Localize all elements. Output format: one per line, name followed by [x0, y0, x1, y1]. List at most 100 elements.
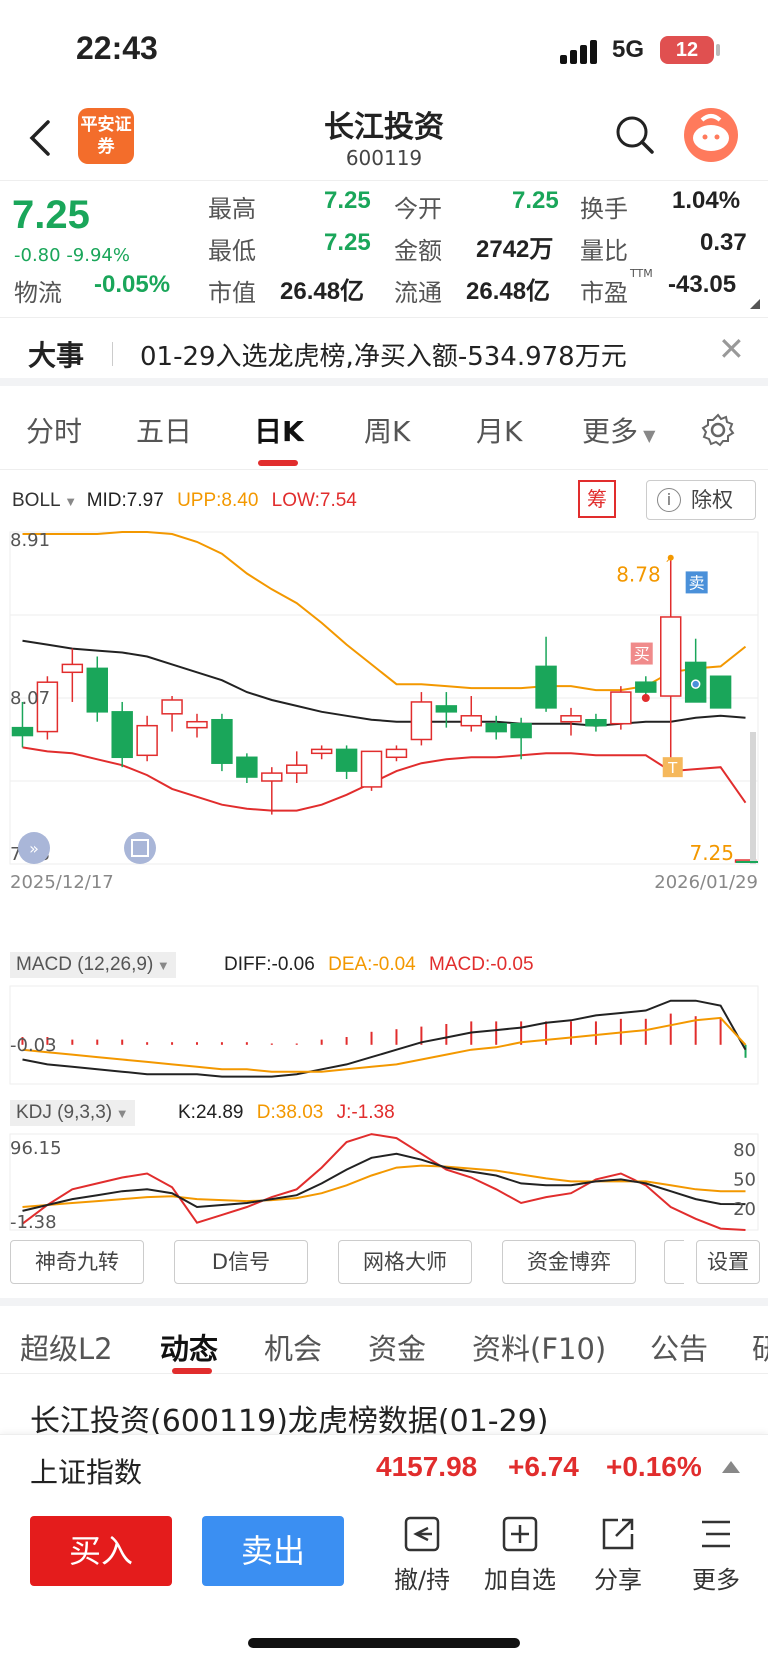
boll-upp-line	[22, 531, 747, 692]
volume-ratio-value: 0.37	[700, 229, 747, 256]
active-tab-indicator	[172, 1368, 212, 1374]
expand-up-icon[interactable]	[722, 1461, 740, 1473]
candle-body	[635, 681, 657, 693]
boll-header[interactable]: BOLL ▼ MID:7.97 UPP:8.40 LOW:7.54	[12, 490, 357, 512]
tab-research[interactable]: 研	[752, 1326, 768, 1368]
low-label: 最低	[208, 237, 256, 265]
cancel-hold-button[interactable]: 撤/持	[382, 1514, 462, 1595]
pe-label: 市盈	[580, 279, 628, 307]
kline-chart[interactable]: 8.918.077.232025/12/172026/01/298.78买卖T7…	[0, 528, 768, 948]
high-value: 7.25	[324, 187, 371, 214]
tab-weekly-k[interactable]: 周K	[364, 410, 410, 450]
tool-settings[interactable]: 设置	[696, 1240, 760, 1284]
chip-distribution-button[interactable]: 筹	[578, 480, 616, 518]
close-icon[interactable]: ✕	[718, 330, 745, 368]
kdj-50-label: 50	[733, 1169, 756, 1190]
news-banner[interactable]: 大事 01-29入选龙虎榜,净买入额-534.978万元 ✕	[0, 320, 768, 386]
macd-dea-line	[22, 1016, 747, 1073]
assistant-avatar-icon[interactable]	[684, 108, 738, 162]
candle-body	[410, 701, 433, 741]
y-top-label: 8.91	[10, 530, 50, 551]
candle-body	[535, 665, 557, 709]
tab-more[interactable]: 更多 ▼	[582, 410, 655, 450]
pe-value: -43.05	[668, 271, 737, 298]
tab-opportunity[interactable]: 机会	[264, 1326, 322, 1368]
scroll-indicator	[750, 732, 756, 864]
macd-dea: DEA:-0.04	[328, 954, 416, 975]
tab-funds[interactable]: 资金	[368, 1326, 426, 1368]
candle-body	[310, 748, 333, 755]
macd-selector[interactable]: MACD (12,26,9) ▼	[10, 952, 176, 978]
kdj-selector[interactable]: KDJ (9,3,3) ▼	[10, 1100, 135, 1126]
news-text[interactable]: 01-29入选龙虎榜,净买入额-534.978万元	[140, 336, 627, 373]
kdj-top-label: 96.15	[10, 1138, 62, 1159]
chevron-down-icon: ▼	[153, 958, 170, 973]
tool-magic-nine[interactable]: 神奇九转	[10, 1240, 144, 1284]
float-value: 26.48亿	[466, 278, 551, 305]
candle-body	[261, 772, 283, 782]
tab-announcement[interactable]: 公告	[650, 1326, 708, 1368]
candle-body	[385, 748, 408, 759]
candle-body	[286, 764, 308, 774]
gear-icon[interactable]	[700, 412, 736, 448]
tab-dynamic[interactable]: 动态	[160, 1326, 218, 1368]
candle-body	[186, 720, 208, 729]
signal-icon	[560, 40, 600, 64]
sell-button[interactable]: 卖出	[202, 1516, 344, 1586]
macd-macd: MACD:-0.05	[429, 954, 534, 975]
search-icon[interactable]	[614, 114, 656, 156]
kdj-d-line	[22, 1164, 746, 1208]
status-time: 22:43	[76, 30, 158, 66]
add-watchlist-button[interactable]: 加自选	[480, 1514, 560, 1595]
chevron-down-icon: ▼	[112, 1106, 129, 1121]
boll-name: BOLL	[12, 490, 61, 511]
share-button[interactable]: 分享	[578, 1514, 658, 1595]
tool-fund-game[interactable]: 资金博弈	[502, 1240, 636, 1284]
tab-five-day[interactable]: 五日	[136, 410, 192, 450]
tab-f10[interactable]: 资料(F10)	[472, 1326, 606, 1368]
tab-monthly-k[interactable]: 月K	[476, 410, 522, 450]
tab-daily-k[interactable]: 日K	[254, 410, 304, 450]
buy-button[interactable]: 买入	[30, 1516, 172, 1586]
candle-body	[585, 718, 607, 727]
candle-body	[86, 667, 108, 713]
mktcap-label: 市值	[208, 279, 256, 307]
kdj-chart[interactable]: 96.15 -1.38 80 50 20	[0, 1130, 768, 1234]
sector-label[interactable]: 物流	[14, 273, 62, 308]
candle-body	[111, 711, 133, 759]
status-bar: 22:43 5G 12	[0, 0, 768, 96]
kdj-d: D:38.03	[256, 1102, 324, 1123]
kdj-values: K:24.89 D:38.03 J:-1.38	[178, 1102, 395, 1124]
chevron-down-icon: ▼	[60, 494, 81, 509]
t-marker: T	[667, 759, 678, 777]
last-price-label: 7.25	[689, 841, 734, 865]
ex-rights-button[interactable]: i 除权	[646, 480, 756, 520]
tool-partial[interactable]	[664, 1240, 684, 1284]
high-label: 最高	[208, 195, 256, 223]
amount-label: 金额	[394, 237, 442, 265]
network-type: 5G	[612, 36, 645, 63]
macd-chart[interactable]: -0.03	[0, 980, 768, 1090]
kdj-20-label: 20	[733, 1199, 756, 1220]
candle-body	[161, 699, 183, 715]
sector-change[interactable]: -0.05%	[94, 271, 170, 299]
index-ticker[interactable]: 上证指数 4157.98 +6.74 +0.16%	[0, 1434, 768, 1498]
tool-bar: 神奇九转 D信号 网格大师 资金博弈 设置	[0, 1240, 768, 1288]
mktcap-value: 26.48亿	[280, 278, 365, 305]
more-button[interactable]: 更多	[676, 1514, 756, 1595]
tab-super-l2[interactable]: 超级L2	[20, 1326, 113, 1368]
tool-grid-master[interactable]: 网格大师	[338, 1240, 472, 1284]
menu-icon	[702, 1520, 730, 1548]
tool-d-signal[interactable]: D信号	[174, 1240, 308, 1284]
boll-mid: MID:7.97	[86, 490, 164, 511]
tab-intraday[interactable]: 分时	[26, 410, 82, 450]
candle-body	[610, 691, 632, 725]
expand-corner-icon[interactable]	[750, 299, 760, 309]
last-price: 7.25	[12, 193, 90, 237]
macd-diff: DIFF:-0.06	[224, 954, 315, 975]
candle-body	[136, 724, 158, 757]
index-change: +6.74	[508, 1451, 579, 1482]
cancel-hold-icon	[404, 1516, 440, 1552]
active-tab-indicator	[258, 460, 298, 466]
index-value: 4157.98	[376, 1451, 478, 1482]
